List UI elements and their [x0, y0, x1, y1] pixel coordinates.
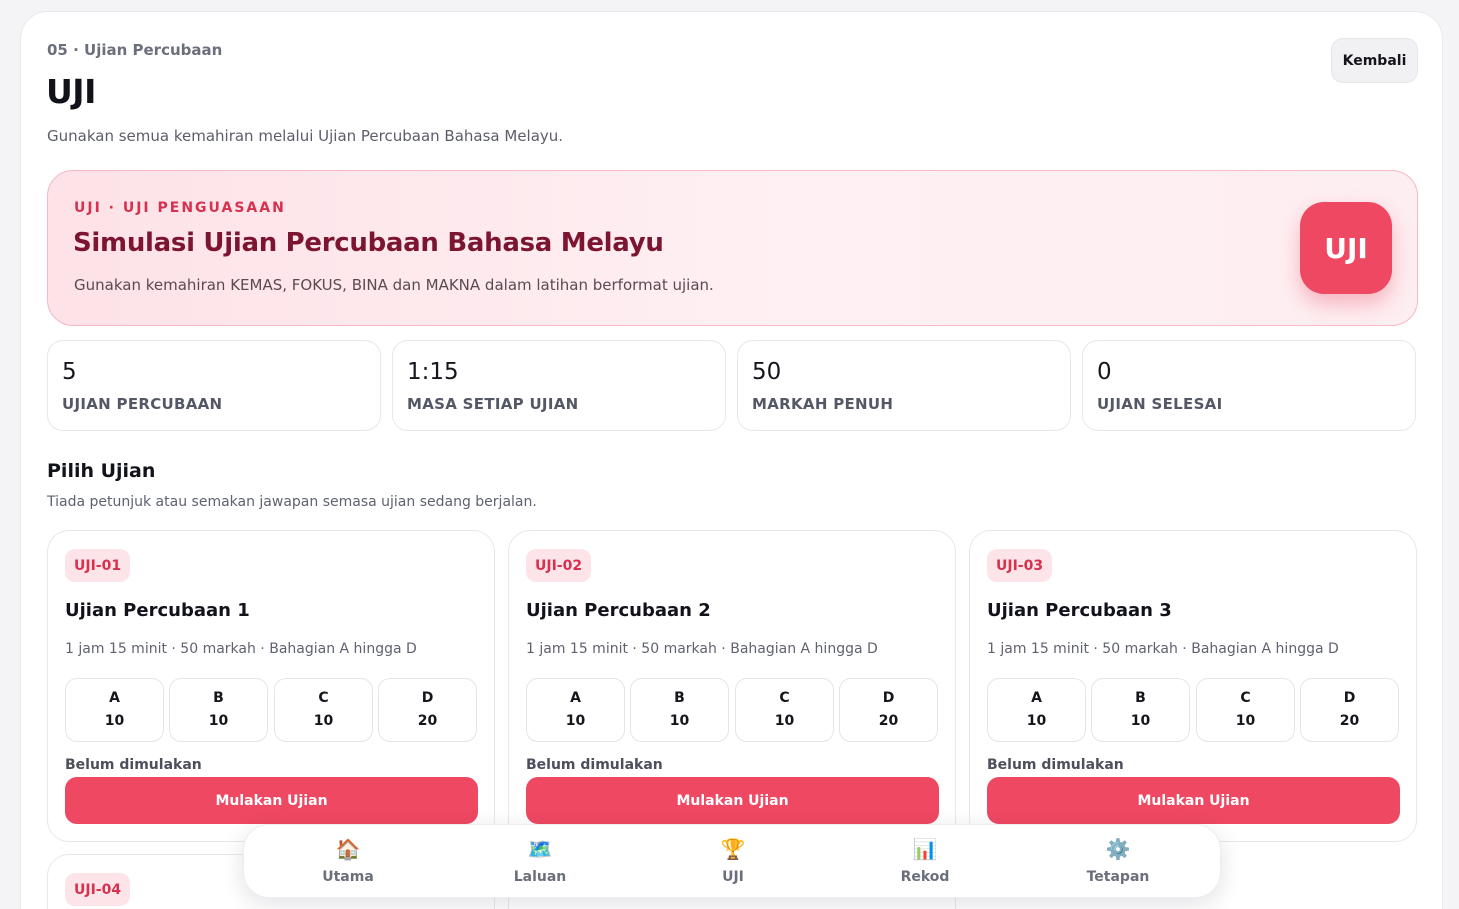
part-letter: C	[1240, 690, 1251, 706]
part-count: 10	[1130, 713, 1151, 729]
exam-title: Ujian Percubaan 1	[65, 600, 250, 621]
uji-badge-icon: UJI	[1300, 202, 1392, 294]
part-box-d: D 20	[1300, 678, 1399, 742]
exam-meta: 1 jam 15 minit · 50 markah · Bahagian A …	[987, 641, 1339, 657]
part-letter: D	[421, 690, 434, 706]
part-box-b: B 10	[169, 678, 268, 742]
nav-label: Utama	[322, 869, 374, 885]
map-icon: 🗺️	[527, 837, 553, 861]
part-letter: A	[109, 690, 120, 706]
part-box-c: C 10	[735, 678, 834, 742]
stat-label: MARKAH PENUH	[752, 395, 894, 413]
part-letter: A	[1031, 690, 1042, 706]
hero-description: Gunakan kemahiran KEMAS, FOKUS, BINA dan…	[74, 276, 714, 294]
nav-label: Rekod	[900, 869, 950, 885]
nav-item-utama[interactable]: 🏠 Utama	[288, 825, 408, 899]
nav-item-uji[interactable]: 🏆 UJI	[673, 825, 793, 899]
part-box-b: B 10	[1091, 678, 1190, 742]
part-box-b: B 10	[630, 678, 729, 742]
part-letter: B	[674, 690, 685, 706]
page-title: UJI	[46, 72, 96, 111]
start-exam-button[interactable]: Mulakan Ujian	[987, 777, 1400, 824]
part-box-c: C 10	[274, 678, 373, 742]
hero-kicker: UJI · UJI PENGUASAAN	[74, 200, 286, 216]
part-letter: B	[213, 690, 224, 706]
part-letter: D	[1343, 690, 1356, 706]
exam-meta: 1 jam 15 minit · 50 markah · Bahagian A …	[65, 641, 417, 657]
stat-card-markah: 50 MARKAH PENUH	[737, 340, 1071, 431]
part-letter: D	[882, 690, 895, 706]
part-letter: C	[318, 690, 329, 706]
exam-title: Ujian Percubaan 2	[526, 600, 711, 621]
part-count: 10	[313, 713, 334, 729]
nav-label: UJI	[722, 869, 744, 885]
part-letter: C	[779, 690, 790, 706]
part-count: 10	[208, 713, 229, 729]
stat-label: UJIAN PERCUBAAN	[62, 395, 223, 413]
part-count: 20	[417, 713, 438, 729]
part-count: 10	[104, 713, 125, 729]
main-panel: 05 · Ujian Percubaan UJI Gunakan semua k…	[20, 11, 1443, 909]
part-count: 20	[1339, 713, 1360, 729]
stat-card-masa: 1:15 MASA SETIAP UJIAN	[392, 340, 726, 431]
exam-code-badge: UJI-04	[65, 873, 131, 906]
stat-label: MASA SETIAP UJIAN	[407, 395, 579, 413]
exam-card-2: UJI-02 Ujian Percubaan 2 1 jam 15 minit …	[508, 530, 956, 842]
part-count: 10	[1235, 713, 1256, 729]
nav-label: Laluan	[513, 869, 567, 885]
stat-card-selesai: 0 UJIAN SELESAI	[1082, 340, 1416, 431]
exam-status: Belum dimulakan	[65, 757, 202, 773]
part-count: 10	[669, 713, 690, 729]
part-count: 10	[774, 713, 795, 729]
home-icon: 🏠	[335, 837, 361, 861]
bottom-nav: 🏠 Utama 🗺️ Laluan 🏆 UJI 📊 Rekod ⚙️ Tetap…	[243, 824, 1221, 898]
part-count: 10	[1026, 713, 1047, 729]
start-exam-button[interactable]: Mulakan Ujian	[526, 777, 939, 824]
exam-card-3: UJI-03 Ujian Percubaan 3 1 jam 15 minit …	[969, 530, 1417, 842]
exam-code-badge: UJI-03	[987, 549, 1053, 582]
part-count: 20	[878, 713, 899, 729]
part-box-a: A 10	[65, 678, 164, 742]
exam-card-1: UJI-01 Ujian Percubaan 1 1 jam 15 minit …	[47, 530, 495, 842]
stat-value: 0	[1097, 359, 1112, 385]
stat-card-ujian-percubaan: 5 UJIAN PERCUBAAN	[47, 340, 381, 431]
bar-chart-icon: 📊	[912, 837, 938, 861]
part-box-d: D 20	[839, 678, 938, 742]
nav-item-rekod[interactable]: 📊 Rekod	[865, 825, 985, 899]
part-letter: B	[1135, 690, 1146, 706]
part-letter: A	[570, 690, 581, 706]
part-count: 10	[565, 713, 586, 729]
gear-icon: ⚙️	[1105, 837, 1131, 861]
exam-status: Belum dimulakan	[987, 757, 1124, 773]
stat-value: 1:15	[407, 359, 459, 385]
start-exam-button[interactable]: Mulakan Ujian	[65, 777, 478, 824]
stat-label: UJIAN SELESAI	[1097, 395, 1223, 413]
hero-title: Simulasi Ujian Percubaan Bahasa Melayu	[73, 228, 664, 258]
part-box-a: A 10	[987, 678, 1086, 742]
stat-value: 50	[752, 359, 782, 385]
part-box-d: D 20	[378, 678, 477, 742]
nav-item-tetapan[interactable]: ⚙️ Tetapan	[1058, 825, 1178, 899]
section-subtitle: Tiada petunjuk atau semakan jawapan sema…	[47, 494, 537, 510]
exam-code-badge: UJI-01	[65, 549, 131, 582]
part-box-a: A 10	[526, 678, 625, 742]
hero-banner: UJI · UJI PENGUASAAN Simulasi Ujian Perc…	[47, 170, 1418, 326]
trophy-icon: 🏆	[720, 837, 746, 861]
part-box-c: C 10	[1196, 678, 1295, 742]
nav-label: Tetapan	[1086, 869, 1150, 885]
section-title: Pilih Ujian	[47, 460, 156, 482]
breadcrumb: 05 · Ujian Percubaan	[47, 41, 223, 59]
exam-title: Ujian Percubaan 3	[987, 600, 1172, 621]
nav-item-laluan[interactable]: 🗺️ Laluan	[480, 825, 600, 899]
exam-meta: 1 jam 15 minit · 50 markah · Bahagian A …	[526, 641, 878, 657]
stat-value: 5	[62, 359, 77, 385]
back-button[interactable]: Kembali	[1331, 38, 1418, 83]
exam-status: Belum dimulakan	[526, 757, 663, 773]
page-subtitle: Gunakan semua kemahiran melalui Ujian Pe…	[47, 127, 564, 145]
exam-code-badge: UJI-02	[526, 549, 592, 582]
